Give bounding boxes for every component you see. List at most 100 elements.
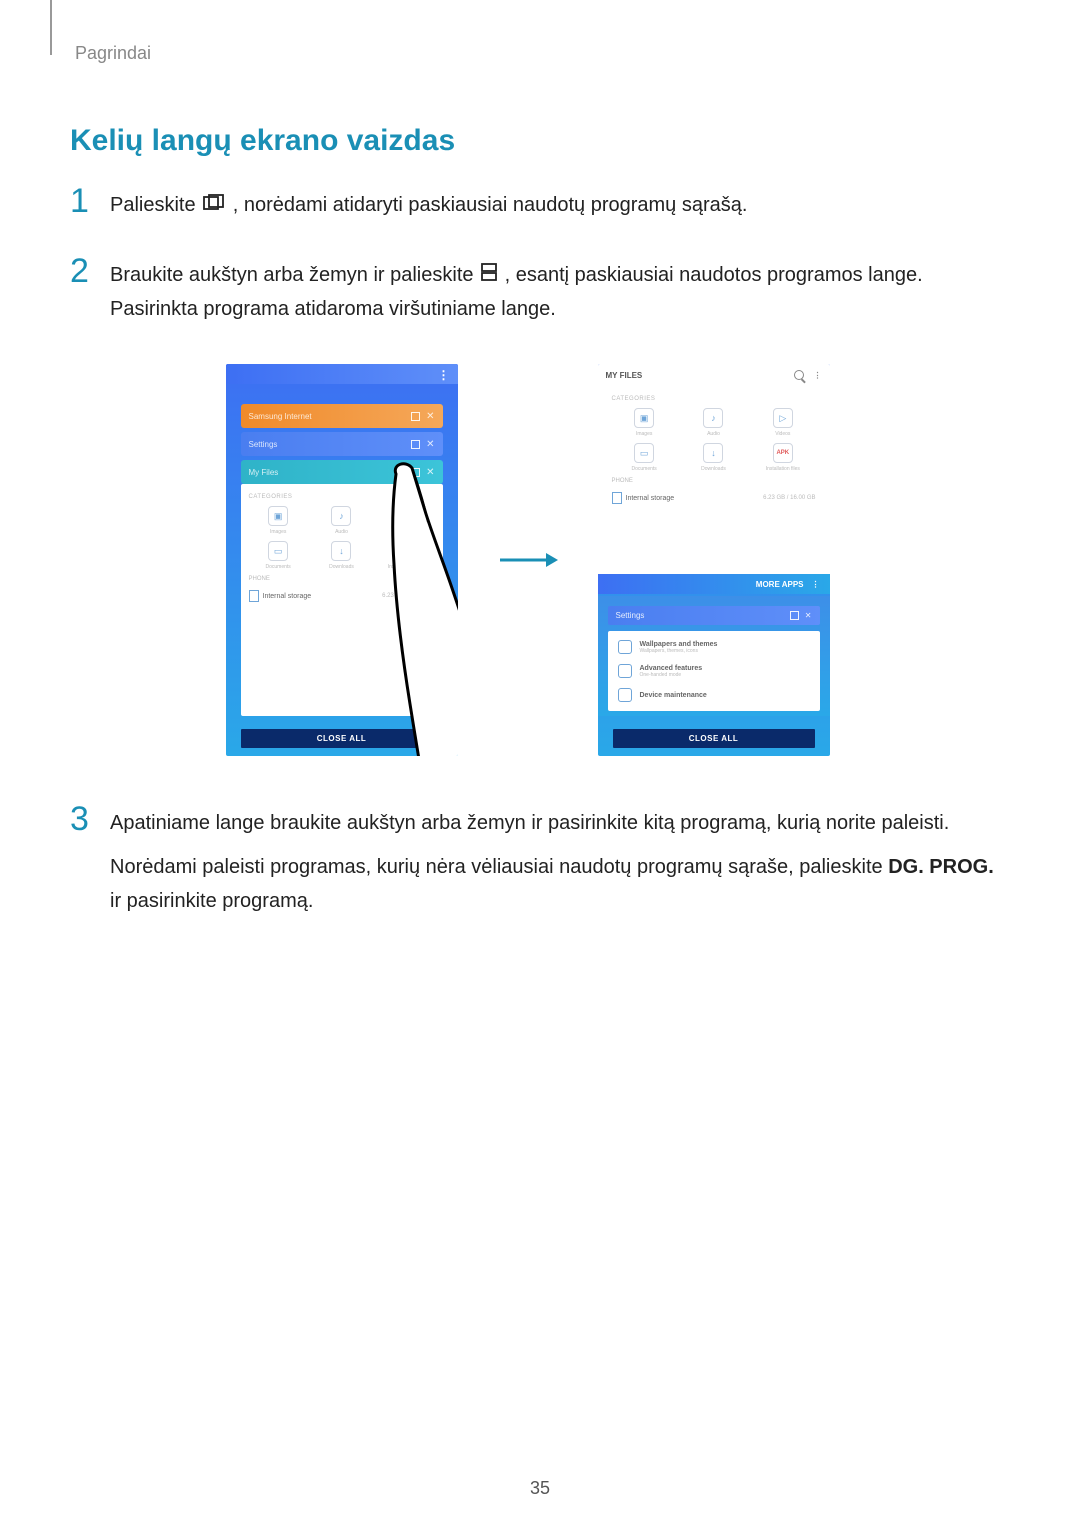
storage-row: Internal storage 6.23 GB / 16.00 GB — [247, 586, 437, 606]
text: , norėdami atidaryti paskiausiai naudotų… — [233, 194, 748, 216]
storage-value: 6.23 GB / 16.00 GB — [382, 593, 434, 599]
storage-row: Internal storage 6.23 GB / 16.00 GB — [610, 488, 818, 508]
left-phone-mockup: ⋮ Samsung Internet ✕ Settings ✕ My Files… — [226, 364, 458, 756]
bold-label: DG. PROG. — [888, 856, 994, 878]
page-number: 35 — [0, 1478, 1080, 1499]
close-icon: ✕ — [426, 411, 434, 422]
recent-card: Settings ✕ — [241, 432, 443, 456]
label: Videos — [397, 529, 412, 535]
apk-icon: APK — [773, 443, 793, 463]
label: Audio — [335, 529, 348, 535]
wallpapers-icon — [618, 640, 632, 654]
recent-card: Settings ✕ — [608, 606, 820, 625]
step-1: 1 Palieskite , norėdami atidaryti paskia… — [70, 188, 1005, 233]
statusbar: ⋮ — [226, 364, 458, 384]
text: ir pasirinkite programą. — [110, 890, 313, 912]
arrow-right-icon — [498, 550, 558, 570]
downloads-icon: ↓ — [703, 443, 723, 463]
step-number: 3 — [70, 802, 110, 836]
section-title: Kelių langų ekrano vaizdas — [70, 124, 1005, 158]
header-rule — [50, 0, 52, 55]
close-icon: ✕ — [426, 439, 434, 450]
label: Images — [636, 431, 652, 437]
storage-label: Internal storage — [263, 593, 312, 600]
search-icon — [794, 370, 804, 380]
row-title: Advanced features — [640, 665, 703, 672]
more-apps-label: MORE APPS — [756, 580, 804, 589]
right-phone-mockup: MY FILES ⋮ CATEGORIES ▣ Images ♪ Audio ▷ Vi… — [598, 364, 830, 756]
recent-apps-stack: Samsung Internet ✕ Settings ✕ My Files ✕ — [241, 404, 443, 488]
breadcrumb: Pagrindai — [75, 43, 1005, 64]
recent-apps-icon — [203, 189, 225, 223]
label: Images — [270, 529, 286, 535]
text: Norėdami paleisti programas, kurių nėra … — [110, 856, 888, 878]
audio-icon: ♪ — [703, 408, 723, 428]
label: Downloads — [329, 564, 354, 570]
label: Installation files — [388, 564, 422, 570]
more-icon: ⋮ — [814, 371, 822, 380]
row-sub: Wallpapers, themes, icons — [640, 648, 718, 654]
split-view-icon — [411, 440, 420, 449]
label: Installation files — [766, 466, 800, 472]
label: Documents — [266, 564, 291, 570]
close-icon: ✕ — [426, 467, 434, 478]
documents-icon: ▭ — [634, 443, 654, 463]
step-body: Apatiniame lange braukite aukštyn arba ž… — [110, 806, 1005, 928]
split-view-icon — [411, 412, 420, 421]
split-view-icon — [790, 611, 799, 620]
step-body: Braukite aukštyn arba žemyn ir palieskit… — [110, 258, 1005, 337]
documents-icon: ▭ — [268, 541, 288, 561]
list-item: Advanced featuresOne-handed mode — [608, 659, 820, 683]
figure: ⋮ Samsung Internet ✕ Settings ✕ My Files… — [50, 364, 1005, 756]
audio-icon: ♪ — [331, 506, 351, 526]
more-icon: ⋮ — [812, 580, 820, 589]
close-icon: ✕ — [805, 611, 812, 620]
row-sub: One-handed mode — [640, 672, 703, 678]
app-label: Settings — [249, 440, 278, 449]
settings-list: Wallpapers and themesWallpapers, themes,… — [608, 631, 820, 711]
text: Palieskite — [110, 194, 201, 216]
label: Videos — [775, 431, 790, 437]
storage-icon — [249, 590, 259, 602]
label: Audio — [707, 431, 720, 437]
page: Pagrindai Kelių langų ekrano vaizdas 1 P… — [0, 0, 1080, 1527]
step-2: 2 Braukite aukštyn arba žemyn ir paliesk… — [70, 258, 1005, 337]
recent-card: Samsung Internet ✕ — [241, 404, 443, 428]
storage-label: Internal storage — [626, 495, 675, 502]
bottom-split-panel: Settings ✕ Wallpapers and themesWallpape… — [598, 596, 830, 716]
app-title: MY FILES — [606, 371, 643, 380]
close-all-button: CLOSE ALL — [613, 729, 815, 748]
my-files-preview: CATEGORIES ▣ Images ♪ Audio ▷ Videos ▭ Docum… — [241, 484, 443, 716]
list-item: Device maintenance — [608, 683, 820, 707]
step-number: 2 — [70, 254, 110, 288]
row-title: Device maintenance — [640, 692, 707, 699]
section-label: CATEGORIES — [249, 494, 437, 500]
step-body: Palieskite , norėdami atidaryti paskiaus… — [110, 188, 1005, 233]
recent-card: My Files ✕ — [241, 460, 443, 484]
section-label: CATEGORIES — [612, 396, 818, 402]
section-label: PHONE — [612, 478, 818, 484]
images-icon: ▣ — [268, 506, 288, 526]
storage-value: 6.23 GB / 16.00 GB — [763, 495, 815, 501]
app-header: MY FILES ⋮ — [598, 364, 830, 386]
step-number: 1 — [70, 184, 110, 218]
more-apps-bar: MORE APPS ⋮ — [598, 574, 830, 594]
more-icon: ⋮ — [438, 368, 450, 382]
split-view-icon — [481, 258, 497, 292]
step-3: 3 Apatiniame lange braukite aukštyn arba… — [70, 806, 1005, 928]
images-icon: ▣ — [634, 408, 654, 428]
text: Braukite aukštyn arba žemyn ir palieskit… — [110, 264, 479, 286]
app-label: Settings — [616, 611, 645, 620]
app-label: Samsung Internet — [249, 412, 312, 421]
row-title: Wallpapers and themes — [640, 641, 718, 648]
app-label: My Files — [249, 468, 279, 477]
list-item: Wallpapers and themesWallpapers, themes,… — [608, 635, 820, 659]
text: Apatiniame lange braukite aukštyn arba ž… — [110, 806, 1005, 840]
label: Documents — [632, 466, 657, 472]
videos-icon: ▷ — [773, 408, 793, 428]
section-label: PHONE — [249, 576, 437, 582]
apk-icon: APK — [395, 541, 415, 561]
label: Downloads — [701, 466, 726, 472]
close-all-button: CLOSE ALL — [241, 729, 443, 748]
videos-icon: ▷ — [395, 506, 415, 526]
